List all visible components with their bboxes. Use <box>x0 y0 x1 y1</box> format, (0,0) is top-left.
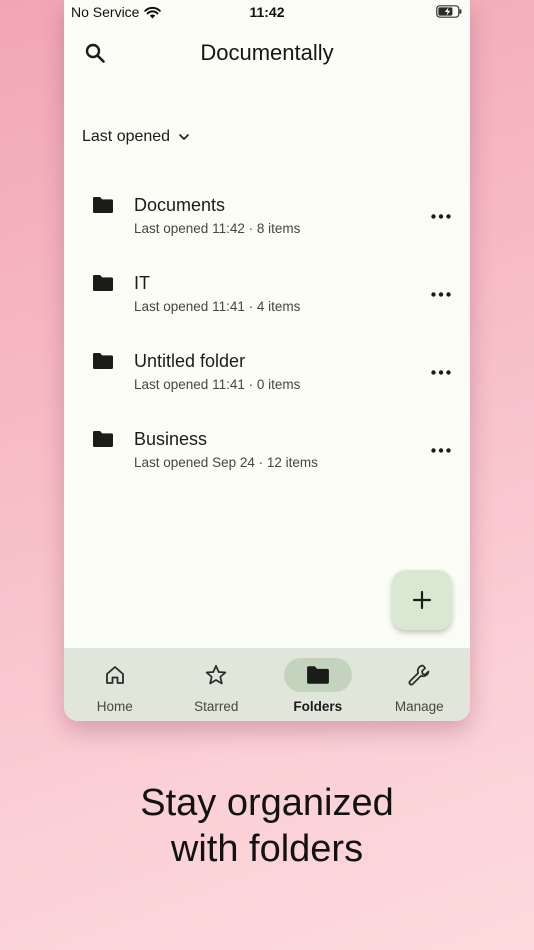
nav-item-starred[interactable]: Starred <box>166 648 268 721</box>
more-options-button[interactable] <box>426 438 456 462</box>
sort-label: Last opened <box>82 128 171 145</box>
folder-name: Business <box>134 429 208 449</box>
nav-label: Folders <box>293 699 343 714</box>
folder-meta: Last opened Sep 24 · 12 items <box>134 455 318 470</box>
caption-line-1: Stay organized <box>140 782 394 824</box>
more-options-button[interactable] <box>426 360 456 384</box>
more-horizontal-icon <box>431 447 451 453</box>
folder-row-documents[interactable]: Documents Last opened 11:42 · 8 items <box>64 178 470 256</box>
star-icon <box>206 664 227 685</box>
more-horizontal-icon <box>431 213 451 219</box>
folder-meta: Last opened 11:41 · 0 items <box>134 377 301 392</box>
nav-item-manage[interactable]: Manage <box>369 648 471 721</box>
nav-label: Manage <box>394 699 444 714</box>
status-bar: No Service 11:42 <box>64 0 470 24</box>
folder-icon <box>93 431 113 447</box>
chevron-down-icon <box>179 134 189 140</box>
bottom-navigation: Home Starred Folders Manage <box>64 648 470 721</box>
caption-line-2: with folders <box>170 828 364 870</box>
plus-icon <box>412 590 432 610</box>
phone-screen: No Service 11:42 Documentally Last opene… <box>64 0 470 721</box>
folder-list: Documents Last opened 11:42 · 8 items IT… <box>64 178 470 490</box>
folder-icon <box>93 197 113 213</box>
folder-name: Documents <box>134 195 226 215</box>
nav-pill <box>182 658 250 692</box>
nav-label: Home <box>96 699 133 714</box>
more-horizontal-icon <box>431 369 451 375</box>
more-horizontal-icon <box>431 291 451 297</box>
folder-row-it[interactable]: IT Last opened 11:41 · 4 items <box>64 256 470 334</box>
folder-icon <box>93 275 113 291</box>
nav-pill <box>81 658 149 692</box>
nav-item-home[interactable]: Home <box>64 648 166 721</box>
folder-icon <box>306 666 329 684</box>
nav-item-folders[interactable]: Folders <box>267 648 369 721</box>
promo-caption: Stay organized with folders <box>0 780 534 872</box>
sort-dropdown[interactable]: Last opened <box>82 128 190 146</box>
folder-name: IT <box>134 273 150 293</box>
wrench-icon <box>408 664 430 686</box>
folder-row-untitled[interactable]: Untitled folder Last opened 11:41 · 0 it… <box>64 334 470 412</box>
folder-meta: Last opened 11:41 · 4 items <box>134 299 301 314</box>
folder-name: Untitled folder <box>134 351 246 371</box>
battery-charging-icon <box>436 5 462 18</box>
status-time: 11:42 <box>249 4 285 20</box>
folder-icon <box>93 353 113 369</box>
app-title: Documentally <box>200 40 334 65</box>
home-icon <box>105 666 124 684</box>
folder-meta: Last opened 11:42 · 8 items <box>134 221 301 236</box>
nav-pill-active <box>283 658 352 692</box>
more-options-button[interactable] <box>426 204 456 228</box>
folder-row-business[interactable]: Business Last opened Sep 24 · 12 items <box>64 412 470 490</box>
nav-label: Starred <box>194 699 239 714</box>
app-bar: Documentally <box>64 34 470 74</box>
more-options-button[interactable] <box>426 282 456 306</box>
nav-pill <box>385 658 453 692</box>
add-folder-button[interactable] <box>392 570 452 630</box>
